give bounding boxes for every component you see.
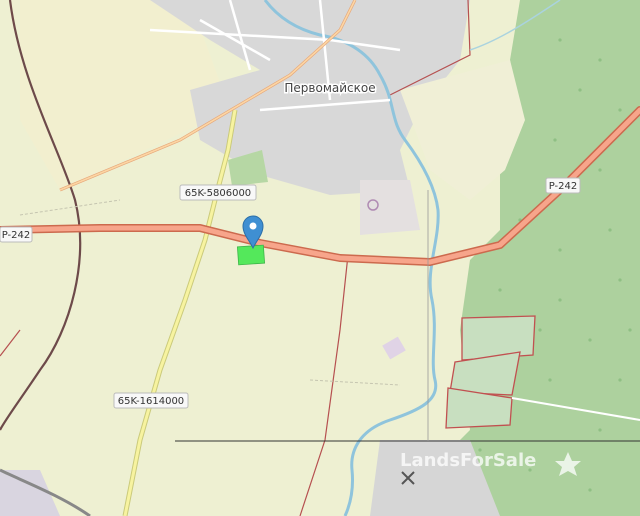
svg-text:65K-5806000: 65K-5806000 xyxy=(185,188,251,199)
place-label: Первомайское xyxy=(284,81,375,95)
road-label-north: 65K-5806000 xyxy=(179,184,257,201)
map-canvas[interactable]: P-242 P-242 65K-5806000 65K-1614000 Перв… xyxy=(0,0,640,516)
road-label-south: 65K-1614000 xyxy=(113,392,189,409)
selected-parcel[interactable] xyxy=(236,244,266,266)
svg-text:65K-1614000: 65K-1614000 xyxy=(118,396,184,407)
svg-text:P-242: P-242 xyxy=(2,230,31,241)
road-label-right-highway: P-242 xyxy=(545,177,581,194)
svg-text:LandsForSale: LandsForSale xyxy=(400,450,536,471)
road-label-left-highway: P-242 xyxy=(0,226,33,243)
svg-text:P-242: P-242 xyxy=(549,181,578,192)
